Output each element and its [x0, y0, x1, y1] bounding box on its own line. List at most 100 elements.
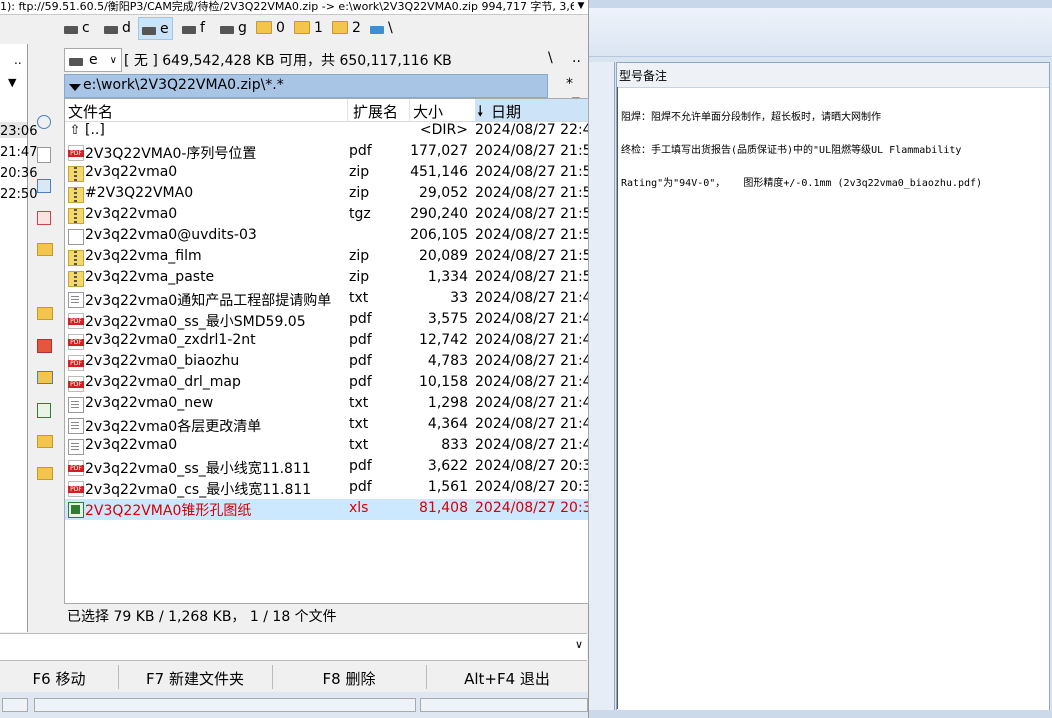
file-row[interactable]: 2v3q22vma0_cs_最小线宽11.811 pdf 1,561 2024/08/…	[65, 478, 588, 499]
taskbar-slot[interactable]	[2, 698, 28, 712]
chevron-down-icon[interactable]: ▼	[8, 76, 16, 89]
file-date: 2024/08/27 21:50	[475, 227, 589, 243]
drive-button-g[interactable]: g	[220, 17, 247, 38]
file-name: 2v3q22vma0	[85, 437, 178, 453]
command-line-input[interactable]: ∨	[0, 633, 587, 661]
file-row[interactable]: 2v3q22vma0_zxdrl1-2nt pdf 12,742 2024/08/27…	[65, 331, 588, 352]
file-row[interactable]: 2v3q22vma0_biaozhu pdf 4,783 2024/08/27 21:…	[65, 352, 588, 373]
spreadsheet-icon[interactable]	[37, 403, 51, 418]
folder-icon[interactable]	[37, 467, 53, 480]
drive-button-e[interactable]: e	[138, 17, 173, 40]
file-row[interactable]: 2V3Q22VMA0-序列号位置 pdf 177,027 2024/08/27 21:…	[65, 142, 588, 163]
file-row[interactable]: 2v3q22vma0 tgz 290,240 2024/08/27 21:50	[65, 205, 588, 226]
notes-column-header[interactable]: 型号备注	[617, 63, 1049, 88]
history-dropdown-icon[interactable]	[69, 84, 81, 91]
root-dir-button[interactable]: \	[548, 50, 553, 66]
taskbar-slot[interactable]	[420, 698, 588, 712]
txt-file-icon	[68, 418, 84, 434]
parent-dir-button[interactable]: ..	[572, 50, 581, 66]
button-bar	[33, 110, 57, 510]
file-date: 2024/08/27 21:48	[475, 290, 589, 306]
drive-select[interactable]: e ∨	[64, 48, 122, 72]
f8-delete-button[interactable]: F8 删除	[273, 666, 425, 690]
copy-icon[interactable]	[37, 179, 51, 193]
notes-line: 终检：手工填写出货报告(品质保证书)中的"UL阻燃等级UL Flammabili…	[621, 145, 962, 156]
alt-f4-exit-button[interactable]: Alt+F4 退出	[427, 666, 587, 690]
file-row[interactable]: 2v3q22vma_film zip 20,089 2024/08/27 21:50	[65, 247, 588, 268]
delete-file-icon[interactable]	[37, 211, 51, 225]
file-name: 2v3q22vma0@uvdits-03	[85, 227, 257, 243]
pdf-file-icon	[68, 334, 84, 350]
column-divider[interactable]	[347, 99, 348, 121]
parent-folder-icon: ⇧	[69, 123, 81, 138]
notes-line: 阻焊：阻焊不允许单面分段制作，超长板时，请晒大网制作	[621, 112, 881, 123]
column-header-size[interactable]: 大小	[413, 101, 443, 122]
column-header-name[interactable]: 文件名	[68, 101, 113, 122]
file-row[interactable]: 2v3q22vma0_ss_最小线宽11.811 pdf 3,622 2024/08/…	[65, 457, 588, 478]
notes-divider	[617, 87, 618, 709]
left-panel-time: 22:50	[0, 187, 38, 202]
file-ext: txt	[349, 437, 369, 453]
file-row[interactable]: 2v3q22vma0通知产品工程部提请购单 txt 33 2024/08/27 21:…	[65, 289, 588, 310]
new-folder-icon[interactable]	[37, 371, 53, 384]
f7-new-folder-button[interactable]: F7 新建文件夹	[119, 666, 271, 690]
file-date: 2024/08/27 21:47	[475, 395, 589, 411]
file-row[interactable]: 2v3q22vma0各层更改清单 txt 4,364 2024/08/27 21:47	[65, 415, 588, 436]
file-size: 833	[441, 437, 468, 453]
file-list[interactable]: 文件名 扩展名 大小 🠗 日期 ⇧ [..] <DIR> 2024/08/27 22:…	[64, 98, 589, 604]
selection-status-text: 已选择 79 KB / 1,268 KB， 1 / 18 个文件	[67, 609, 337, 625]
notes-header-label: 型号备注	[619, 69, 668, 83]
file-name: 2v3q22vma0_cs_最小线宽11.811	[85, 482, 312, 498]
file-name: #2V3Q22VMA0	[85, 185, 194, 201]
chevron-down-icon[interactable]: ▼	[574, 0, 588, 14]
function-key-bar: F6 移动 F7 新建文件夹 F8 删除 Alt+F4 退出	[0, 662, 587, 692]
drive-button-d[interactable]: d	[104, 17, 131, 38]
file-row[interactable]: #2V3Q22VMA0 zip 29,052 2024/08/27 21:51	[65, 184, 588, 205]
file-row[interactable]: 2v3q22vma0_new txt 1,298 2024/08/27 21:47	[65, 394, 588, 415]
folder-button-0[interactable]: 0	[256, 17, 285, 38]
pdf-file-icon	[68, 313, 84, 329]
folder-button-2[interactable]: 2	[332, 17, 361, 38]
folder-button-1[interactable]: 1	[294, 17, 323, 38]
free-space-info: [ 无 ] 649,542,428 KB 可用，共 650,117,116 KB	[124, 53, 452, 69]
file-row[interactable]: 2V3Q22VMA0锥形孔图纸 xls 81,408 2024/08/27 20:32	[65, 499, 588, 520]
folder-icon[interactable]	[37, 243, 53, 256]
file-name: 2V3Q22VMA0-序列号位置	[85, 146, 257, 162]
f6-move-button[interactable]: F6 移动	[0, 666, 118, 690]
drive-icon	[64, 25, 78, 34]
file-ext: pdf	[349, 479, 372, 495]
file-size: 33	[450, 290, 468, 306]
folder-icon	[256, 21, 272, 34]
view-file-icon[interactable]	[37, 147, 51, 163]
column-header-ext[interactable]: 扩展名	[353, 101, 398, 122]
taskbar-slot[interactable]	[34, 698, 416, 712]
gift-icon[interactable]	[37, 339, 52, 353]
search-icon[interactable]	[37, 115, 51, 129]
file-row[interactable]: 2v3q22vma0 txt 833 2024/08/27 21:47	[65, 436, 588, 457]
column-divider[interactable]	[409, 99, 410, 121]
file-name: 2v3q22vma0_zxdrl1-2nt	[85, 332, 256, 348]
file-row[interactable]: 2v3q22vma0@uvdits-03 206,105 2024/08/27 21…	[65, 226, 588, 247]
folder-icon[interactable]	[37, 307, 53, 320]
notes-text[interactable]: 阻焊：阻焊不允许单面分段制作，超长板时，请晒大网制作 终检：手工填写出货报告(品…	[621, 90, 1041, 211]
file-name: 2v3q22vma0各层更改清单	[85, 419, 262, 435]
file-row[interactable]: 2v3q22vma0_ss_最小SMD59.05 pdf 3,575 2024/08/…	[65, 310, 588, 331]
drive-button-f[interactable]: f	[182, 17, 205, 38]
drive-label: 0	[276, 19, 285, 36]
drive-icon	[69, 58, 83, 66]
file-row[interactable]: 2v3q22vma0 zip 451,146 2024/08/27 21:51	[65, 163, 588, 184]
column-header-date[interactable]: 日期	[491, 101, 521, 122]
file-row[interactable]: 2v3q22vma0_drl_map pdf 10,158 2024/08/27 21…	[65, 373, 588, 394]
current-path-bar[interactable]: e:\work\2V3Q22VMA0.zip\*.*	[64, 74, 548, 98]
notes-window-left-margin	[588, 62, 615, 710]
file-date: 2024/08/27 21:47	[475, 416, 589, 432]
file-row[interactable]: ⇧ [..] <DIR> 2024/08/27 22:49	[65, 121, 588, 142]
file-size: 81,408	[419, 500, 468, 516]
drive-button-c[interactable]: c	[64, 17, 90, 38]
file-row[interactable]: 2v3q22vma_paste zip 1,334 2024/08/27 21:50	[65, 268, 588, 289]
network-button[interactable]: \	[370, 17, 393, 38]
folder-icon[interactable]	[37, 435, 53, 448]
chevron-down-icon[interactable]: ∨	[575, 638, 583, 651]
file-date: 2024/08/27 21:47	[475, 437, 589, 453]
file-size: 1,298	[427, 395, 468, 411]
